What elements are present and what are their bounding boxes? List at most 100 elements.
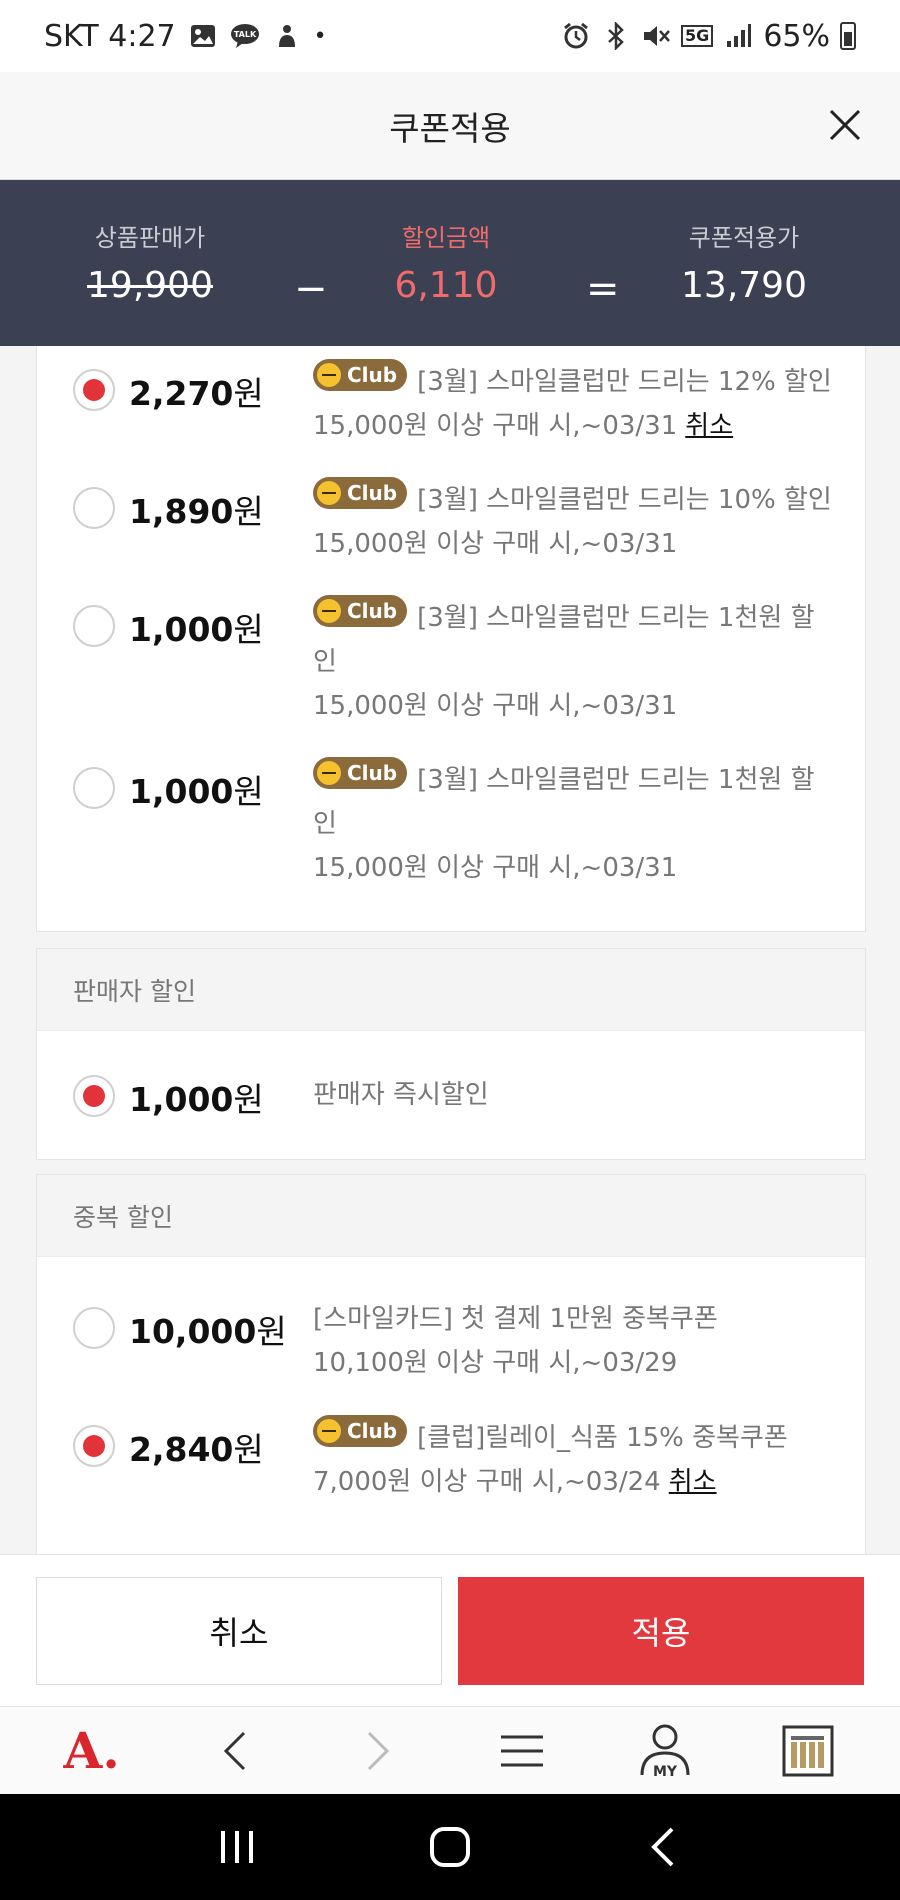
dup-amount: 2,840원 [129, 1430, 264, 1469]
club-badge: Club [313, 595, 408, 627]
gallery-icon [188, 21, 218, 51]
seller-radio[interactable] [73, 1075, 115, 1117]
recent-apps-button[interactable] [197, 1812, 277, 1882]
back-arrow-icon [651, 1827, 674, 1867]
dup-section-title: 중복 할인 [37, 1175, 865, 1257]
dup-title: [스마일카드] 첫 결제 1만원 중복쿠폰 [313, 1304, 718, 1334]
close-icon [829, 109, 861, 141]
smile-icon [317, 481, 341, 505]
recent-item-button[interactable] [768, 1716, 848, 1786]
browser-nav-bar: A. MY [0, 1706, 900, 1794]
dup-title: [클럽]릴레이_식품 15% 중복쿠폰 [417, 1423, 788, 1453]
chevron-left-icon [223, 1731, 246, 1770]
action-bar: 취소 적용 [0, 1554, 900, 1706]
duplicate-discount-card: 중복 할인 10,000원 [스마일카드] 첫 결제 1만원 중복쿠폰 10,1… [36, 1174, 866, 1554]
sale-price-block: 상품판매가 19,900 [50, 218, 250, 306]
discount-value: 6,110 [394, 265, 498, 306]
seller-discount-card: 판매자 할인 1,000원 판매자 즉시할인 [36, 948, 866, 1160]
seller-desc: 판매자 즉시할인 [313, 1080, 489, 1110]
coupon-amount: 1,000원 [129, 772, 264, 811]
coupon-radio[interactable] [73, 487, 115, 529]
dup-desc: Club [클럽]릴레이_식품 15% 중복쿠폰 7,000원 이상 구매 시,~… [313, 1415, 833, 1504]
dup-radio[interactable] [73, 1425, 115, 1467]
home-button[interactable] [410, 1812, 490, 1882]
coupon-condition: 15,000원 이상 구매 시,~03/31 [313, 691, 678, 721]
close-button[interactable] [820, 100, 870, 150]
bluetooth-icon [601, 21, 631, 51]
more-notifications-dot: • [313, 23, 327, 49]
club-badge: Club [313, 477, 408, 509]
home-logo[interactable]: A. [52, 1716, 132, 1786]
my-page-button[interactable]: MY [625, 1716, 705, 1786]
coupon-amount: 1,890원 [129, 492, 264, 531]
page-title: 쿠폰적용 [389, 108, 511, 148]
talk-label: TALK [233, 30, 256, 39]
apply-button[interactable]: 적용 [458, 1577, 864, 1685]
battery-percent: 65% [763, 18, 830, 54]
coupon-desc: Club [3월] 스마일클럽만 드리는 1천원 할인 15,000원 이상 구매… [313, 757, 833, 890]
coupon-desc: Club [3월] 스마일클럽만 드리는 10% 할인 15,000원 이상 구매… [313, 477, 833, 566]
product-thumbnail-icon [782, 1725, 834, 1776]
signal-icon [723, 21, 753, 51]
dup-condition: 7,000원 이상 구매 시,~03/24 [313, 1467, 661, 1497]
coupon-condition: 15,000원 이상 구매 시,~03/31 [313, 853, 678, 883]
home-icon [429, 1827, 470, 1867]
talk-icon: TALK [230, 21, 260, 51]
chevron-right-icon [368, 1731, 390, 1770]
seller-section-title: 판매자 할인 [37, 949, 865, 1031]
alarm-icon [561, 21, 591, 51]
price-summary: 상품판매가 19,900 − 할인금액 6,110 = 쿠폰적용가 13,790 [0, 180, 900, 346]
status-bar: SKT 4:27 TALK • 5G 65% [0, 0, 900, 72]
cancel-button[interactable]: 취소 [36, 1577, 442, 1685]
club-badge: Club [313, 757, 408, 789]
discount-block: 할인금액 6,110 [346, 218, 546, 306]
minus-operator: − [294, 266, 328, 312]
dup-desc: [스마일카드] 첫 결제 1만원 중복쿠폰 10,100원 이상 구매 시,~0… [313, 1297, 833, 1385]
coupon-condition: 15,000원 이상 구매 시,~03/31 [313, 529, 678, 559]
mute-icon [641, 21, 671, 51]
coupon-title: [3월] 스마일클럽만 드리는 10% 할인 [417, 485, 832, 515]
smile-icon [317, 1419, 341, 1443]
battery-icon [840, 22, 856, 50]
menu-button[interactable] [482, 1716, 562, 1786]
coupon-apply-page: SKT 4:27 TALK • 5G 65% 쿠폰적용 상품판매가 19,900… [0, 0, 900, 1900]
recent-apps-icon [220, 1831, 253, 1863]
user-icon: MY [640, 1724, 690, 1779]
smile-icon [317, 761, 341, 785]
dup-radio[interactable] [73, 1307, 115, 1349]
coupon-scroll-area[interactable]: 2,270원 Club [3월] 스마일클럽만 드리는 12% 할인 15,000… [0, 346, 900, 1554]
coupon-radio[interactable] [73, 767, 115, 809]
forward-button[interactable] [338, 1716, 418, 1786]
coupon-desc: Club [3월] 스마일클럽만 드리는 1천원 할인 15,000원 이상 구매… [313, 595, 833, 728]
system-back-button[interactable] [623, 1812, 703, 1882]
coupon-amount: 2,270원 [129, 374, 264, 413]
coupon-radio[interactable] [73, 369, 115, 411]
seller-amount: 1,000원 [129, 1080, 264, 1119]
club-badge: Club [313, 1415, 408, 1447]
smile-icon [317, 363, 341, 387]
final-price-label: 쿠폰적용가 [688, 224, 800, 252]
final-price-block: 쿠폰적용가 13,790 [644, 218, 844, 306]
sale-price-value: 19,900 [87, 265, 213, 306]
seller-coupon-row[interactable]: 1,000원 판매자 즉시할인 [37, 1031, 867, 1159]
club-badge: Club [313, 359, 408, 391]
coupon-amount: 1,000원 [129, 610, 264, 649]
discount-label: 할인금액 [401, 224, 491, 252]
dup-condition: 10,100원 이상 구매 시,~03/29 [313, 1348, 678, 1378]
system-nav-bar [0, 1794, 900, 1900]
smile-icon [317, 599, 341, 623]
coupon-title: [3월] 스마일클럽만 드리는 12% 할인 [417, 367, 832, 397]
final-price-value: 13,790 [681, 265, 807, 306]
dup-amount: 10,000원 [129, 1312, 287, 1351]
coupon-desc: Club [3월] 스마일클럽만 드리는 12% 할인 15,000원 이상 구매… [313, 359, 833, 448]
coupon-cancel-link[interactable]: 취소 [685, 411, 733, 441]
modal-header: 쿠폰적용 [0, 72, 900, 180]
hamburger-menu-icon [500, 1735, 543, 1766]
dup-cancel-link[interactable]: 취소 [669, 1467, 717, 1497]
app-notification-icon [272, 21, 302, 51]
sale-price-label: 상품판매가 [94, 224, 206, 252]
coupon-radio[interactable] [73, 605, 115, 647]
back-button[interactable] [195, 1716, 275, 1786]
equals-operator: = [586, 266, 620, 312]
coupon-condition: 15,000원 이상 구매 시,~03/31 [313, 411, 678, 441]
